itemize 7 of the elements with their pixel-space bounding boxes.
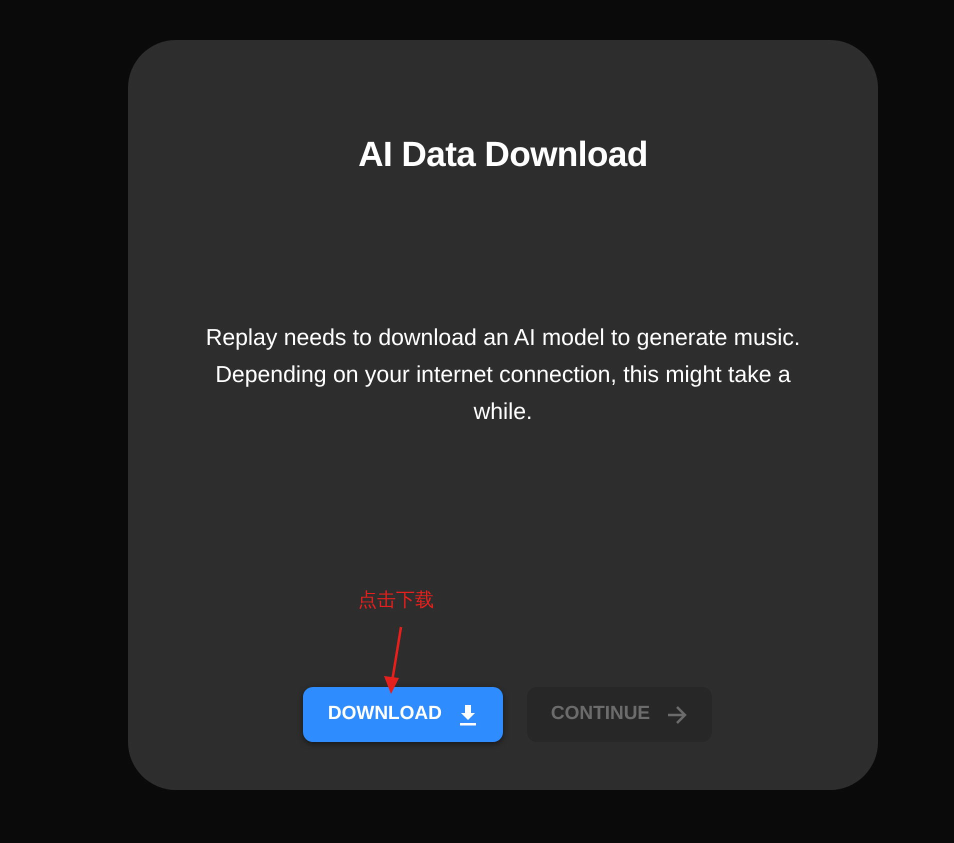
annotation-label: 点击下载: [358, 588, 434, 613]
download-button[interactable]: DOWNLOAD: [302, 687, 503, 742]
dialog-title: AI Data Download: [358, 134, 648, 176]
arrow-right-icon: [666, 704, 688, 724]
download-icon: [458, 704, 478, 726]
dialog-message: Replay needs to download an AI model to generate music. Depending on your internet connection, this might take a while.: [204, 323, 802, 426]
annotation-arrow: [384, 626, 402, 694]
